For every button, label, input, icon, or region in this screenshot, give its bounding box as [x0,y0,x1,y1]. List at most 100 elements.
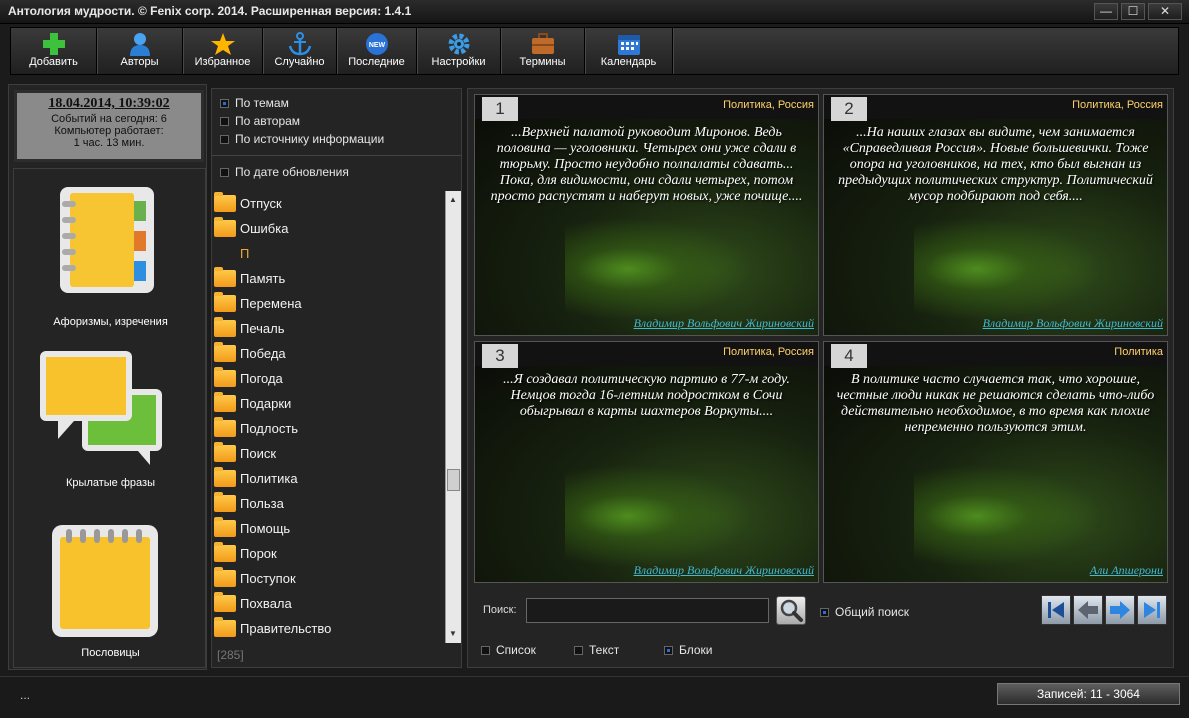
radio-off-icon [574,646,583,656]
maximize-button[interactable]: ☐ [1121,3,1145,20]
quote-author-link[interactable]: Владимир Вольфович Жириновский [983,316,1163,331]
topic-label: Отпуск [240,196,282,211]
topic-scrollbar[interactable]: ▲ ▼ [445,191,461,643]
quote-author-link[interactable]: Али Апшерони [1090,563,1163,578]
view-blocks-label: Блоки [679,643,713,657]
topic-label: Погода [240,371,283,386]
folder-icon [214,592,236,612]
toolbar: Добавить Авторы Избранное Случайно NEW П… [10,27,1179,75]
topic-item[interactable]: Ошибка [214,216,444,241]
folder-icon [214,367,236,387]
global-search-option[interactable]: Общий поиск [820,605,909,619]
arrow-right-icon [1110,601,1130,619]
current-datetime: 18.04.2014, 10:39:02 [48,96,170,111]
quote-block-3[interactable]: 3 Политика, Россия ...Я создавал политич… [474,341,819,583]
topic-item[interactable]: Подарки [214,391,444,416]
category-aphorisms[interactable]: Афоризмы, изречения [14,179,207,328]
radio-off-icon [220,135,229,145]
topic-item[interactable]: Польза [214,491,444,516]
topic-item[interactable]: Погода [214,366,444,391]
sort-by-topic[interactable]: По темам [220,96,289,110]
quote-tags[interactable]: Политика [1114,346,1163,358]
sort-by-source[interactable]: По источнику информации [220,132,384,146]
sort-by-source-label: По источнику информации [235,132,385,146]
quote-tags[interactable]: Политика, Россия [723,346,814,358]
category-proverbs[interactable]: Пословицы [14,517,207,659]
topic-item[interactable]: Перемена [214,291,444,316]
sort-by-author[interactable]: По авторам [220,114,300,128]
briefcase-icon [531,33,554,54]
quote-tags[interactable]: Политика, Россия [1072,99,1163,111]
topic-item[interactable]: Память [214,266,444,291]
terms-label: Термины [519,56,566,68]
window-title: Антология мудрости. © Fenix corp. 2014. … [8,4,412,18]
topic-label: Похвала [240,596,292,611]
quote-block-4[interactable]: 4 Политика В политике часто случается та… [823,341,1168,583]
quote-number: 3 [482,344,518,368]
search-button[interactable] [776,596,806,625]
recent-button[interactable]: NEW Последние [337,28,417,74]
view-list[interactable]: Список [481,643,536,657]
topic-label: Польза [240,496,284,511]
user-icon [129,33,150,56]
first-page-button[interactable] [1041,595,1071,625]
topic-item[interactable]: Политика [214,466,444,491]
categories-panel: Афоризмы, изречения Крылатые фразы Посло… [13,168,206,668]
calendar-button[interactable]: Календарь [585,28,673,74]
add-button[interactable]: Добавить [11,28,97,74]
arrow-left-icon [1078,601,1098,619]
topic-item[interactable]: Поступок [214,566,444,591]
magnifier-icon [780,599,803,622]
favorites-button[interactable]: Избранное [183,28,263,74]
settings-button[interactable]: Настройки [417,28,501,74]
folder-icon [214,292,236,312]
quote-block-2[interactable]: 2 Политика, Россия ...На наших глазах вы… [823,94,1168,336]
folder-icon [214,342,236,362]
topic-item[interactable]: Подлость [214,416,444,441]
close-button[interactable]: ✕ [1148,3,1182,20]
quote-number: 1 [482,97,518,121]
topic-letter-header: П [214,241,444,266]
sort-by-date[interactable]: По дате обновления [220,165,349,179]
quote-number: 2 [831,97,867,121]
topic-item[interactable]: Похвала [214,591,444,616]
folder-icon [214,617,236,637]
quote-author-link[interactable]: Владимир Вольфович Жириновский [634,563,814,578]
prev-page-button[interactable] [1073,595,1103,625]
last-page-button[interactable] [1137,595,1167,625]
quote-author-link[interactable]: Владимир Вольфович Жириновский [634,316,814,331]
topic-item[interactable]: Порок [214,541,444,566]
radio-off-icon [481,646,490,656]
checkbox-on-icon [820,608,829,618]
next-page-button[interactable] [1105,595,1135,625]
terms-button[interactable]: Термины [501,28,585,74]
quote-text: ...Верхней палатой руководит Миронов. Ве… [490,125,803,204]
view-text[interactable]: Текст [574,643,619,657]
quote-block-1[interactable]: 1 Политика, Россия ...Верхней палатой ру… [474,94,819,336]
folder-icon [214,542,236,562]
quote-tags[interactable]: Политика, Россия [723,99,814,111]
random-button[interactable]: Случайно [263,28,337,74]
topic-item[interactable]: Победа [214,341,444,366]
topic-item[interactable]: Поиск [214,441,444,466]
search-input[interactable] [526,598,769,623]
scroll-up-icon[interactable]: ▲ [449,195,457,204]
minimize-button[interactable]: — [1094,3,1118,20]
folder-icon [214,217,236,237]
scroll-down-icon[interactable]: ▼ [449,629,457,638]
view-blocks[interactable]: Блоки [664,643,713,657]
scroll-thumb[interactable] [447,469,460,491]
topic-item[interactable]: Отпуск [214,191,444,216]
topic-item[interactable]: Печаль [214,316,444,341]
recent-label: Последние [348,56,405,68]
settings-label: Настройки [431,56,486,68]
last-page-icon [1144,602,1160,618]
category-catchphrases[interactable]: Крылатые фразы [14,345,207,489]
topic-item[interactable]: Правительство [214,616,444,641]
folder-icon [214,317,236,337]
folder-icon [214,267,236,287]
new-badge-icon: NEW [365,33,388,55]
authors-button[interactable]: Авторы [97,28,183,74]
category-proverbs-label: Пословицы [81,647,140,659]
topic-item[interactable]: Помощь [214,516,444,541]
